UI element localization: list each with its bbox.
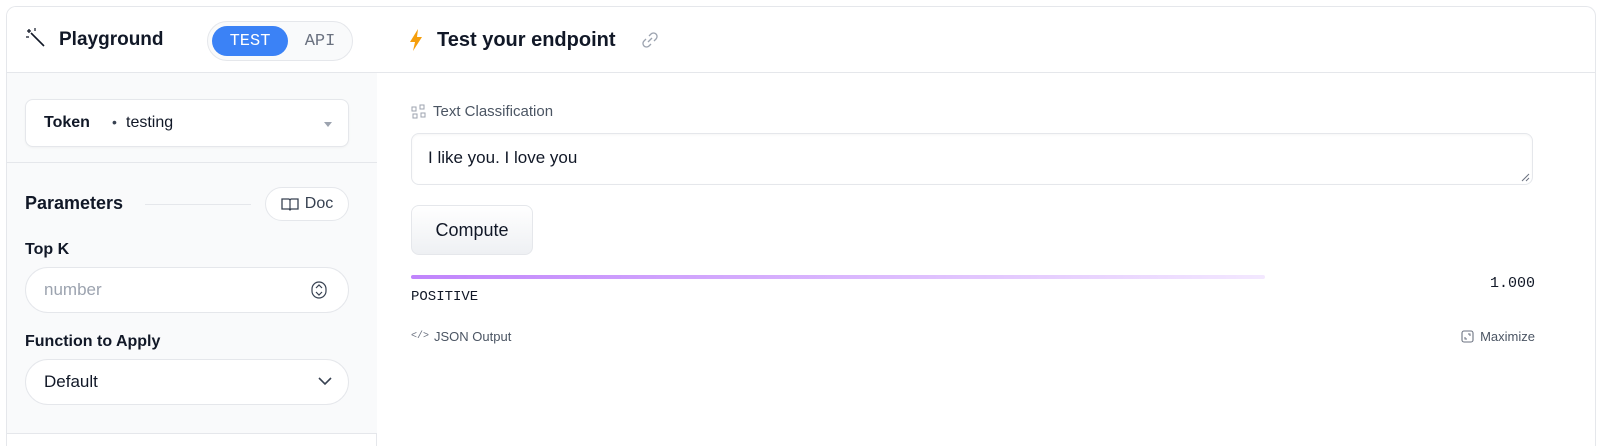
token-separator: • [112,114,117,130]
doc-button[interactable]: Doc [265,187,349,221]
chevron-down-icon [318,377,332,386]
magic-wand-icon [26,28,45,47]
function-to-apply-value: Default [44,372,98,391]
page-title: Test your endpoint [437,29,616,51]
mode-test-tab[interactable]: TEST [212,26,288,56]
link-icon[interactable] [641,31,659,49]
sidebar: Playground TEST API Token • testing Para… [7,7,377,446]
token-select[interactable]: Token • testing [25,99,349,147]
sidebar-header: Playground TEST API [7,7,377,73]
top-k-input[interactable] [25,267,349,313]
token-value: testing [126,114,174,131]
main-header: Test your endpoint [377,7,1595,73]
maximize-label: Maximize [1480,329,1535,344]
task-label: Text Classification [433,103,554,120]
maximize-icon [1461,330,1474,343]
app-frame: Playground TEST API Token • testing Para… [6,6,1596,446]
book-icon [281,198,299,211]
json-output-toggle[interactable]: </> JSON Output [411,329,511,344]
top-k-label: Top K [25,241,70,258]
json-output-label: JSON Output [434,329,512,344]
classification-icon [411,104,426,118]
parameters-panel: Parameters Doc Top K Function to Apply D… [7,163,377,433]
function-to-apply-label: Function to Apply [25,333,161,350]
result-score-bar [411,275,1265,279]
code-icon: </> [411,331,430,342]
task-label-row: Text Classification [411,103,553,120]
text-input-value: I like you. I love you [428,148,578,167]
token-label: Token [44,114,90,131]
resize-handle-icon[interactable] [1520,172,1530,182]
doc-button-label: Doc [304,195,334,212]
maximize-button[interactable]: Maximize [1461,329,1535,344]
stepper-icon[interactable] [311,281,327,299]
function-to-apply-select[interactable]: Default [25,359,349,405]
bolt-icon [410,29,422,51]
mode-toggle[interactable]: TEST API [207,21,353,61]
playground-title: Playground [59,29,164,50]
main-panel: Test your endpoint Text Classification I… [377,7,1595,446]
caret-down-icon [324,122,332,127]
result-score: 1.000 [1489,275,1535,292]
text-input[interactable]: I like you. I love you [411,133,1533,185]
result-label: POSITIVE [411,289,479,305]
token-area: Token • testing [7,73,377,163]
compute-button[interactable]: Compute [411,205,533,255]
mode-api-tab[interactable]: API [292,26,348,56]
parameters-divider [145,204,251,205]
sidebar-bottom-divider [7,433,377,434]
parameters-title: Parameters [25,193,124,213]
